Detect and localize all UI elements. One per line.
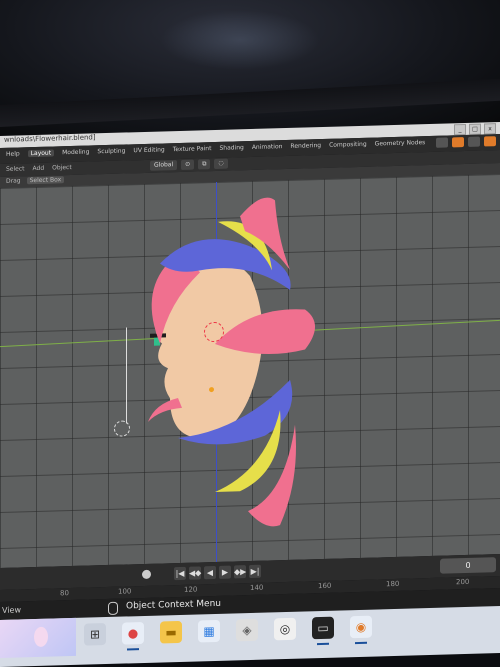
tab-geometry-nodes[interactable]: Geometry Nodes [375,139,426,147]
prev-keyframe-button[interactable]: ◀◆ [189,566,201,580]
playback-controls: |◀ ◀◆ ◀ ▶ ◆▶ ▶| [174,564,261,581]
orientation-dropdown[interactable]: Global [150,160,178,171]
auto-keying-icon[interactable] [142,569,151,580]
snap-icon[interactable]: ⧉ [198,159,211,170]
mouse-right-icon [108,601,118,615]
tool-settings: Drag Select Box [6,176,65,185]
terminal-icon[interactable]: ▭ [312,616,334,640]
menu-help[interactable]: Help [6,150,20,157]
tab-shading[interactable]: Shading [219,144,243,152]
status-view-label: View [2,605,21,615]
select-box-dropdown[interactable]: Select Box [26,176,65,185]
tab-sculpting[interactable]: Sculpting [97,147,125,155]
taskbar-apps: ⊞ ● ▬ ▦ ◈ ◎ ▭ ◉ [84,615,372,646]
tab-animation[interactable]: Animation [252,143,283,151]
wallpaper-thumbnail[interactable] [0,617,76,658]
menu-object[interactable]: Object [52,164,72,172]
view-layer-icon[interactable] [468,136,480,147]
transform-controls: Global ⊙ ⧉ ◌ [150,158,228,171]
task-view-icon[interactable]: ⊞ [84,623,106,646]
proportional-icon[interactable]: ◌ [214,158,228,170]
tab-modeling[interactable]: Modeling [62,149,89,157]
tab-uv-editing[interactable]: UV Editing [133,146,164,154]
window-title: wnloads\Flowerhair.blend] [4,133,96,144]
3d-viewport[interactable] [0,174,500,568]
ruler-tick: 120 [184,585,198,594]
file-explorer-icon[interactable]: ▬ [160,620,182,644]
pivot-icon[interactable]: ⊙ [181,159,195,170]
chrome-icon[interactable]: ● [122,621,144,645]
drag-label: Drag [6,177,21,185]
minimize-button[interactable]: _ [454,123,466,136]
menu-select[interactable]: Select [6,165,25,173]
jump-end-button[interactable]: ▶| [249,564,261,579]
jump-start-button[interactable]: |◀ [174,566,186,581]
viewport-menu: Select Add Object [6,164,72,173]
ruler-tick: 80 [60,589,69,598]
clip-studio-icon[interactable]: ◎ [274,617,296,641]
ruler-tick: 200 [456,577,470,587]
ruler-tick: 140 [250,583,264,593]
flower-hair-model[interactable] [0,174,500,568]
blender-screen: wnloads\Flowerhair.blend] _ □ x Help Lay… [0,114,500,667]
ruler-tick: 160 [318,581,332,591]
topbar-right-buttons [436,136,496,148]
ruler-tick: 100 [118,587,132,596]
tab-rendering[interactable]: Rendering [290,142,321,150]
scene-icon[interactable] [436,137,448,148]
render-icon[interactable] [452,137,464,148]
ruler-tick: 180 [386,579,400,589]
close-button[interactable]: x [484,123,496,135]
bunny-figure-icon [34,626,48,648]
affinity-icon[interactable]: ◈ [236,618,258,642]
current-frame-field[interactable]: 0 [440,557,496,574]
play-button[interactable]: ▶ [219,565,231,579]
screen-glare [160,10,320,70]
maximize-button[interactable]: □ [469,123,481,135]
tab-texture-paint[interactable]: Texture Paint [173,145,212,153]
status-context-menu-hint: Object Context Menu [126,598,222,612]
play-reverse-button[interactable]: ◀ [204,565,216,580]
store-icon[interactable]: ▦ [198,619,220,643]
tab-layout[interactable]: Layout [27,149,55,158]
blender-icon[interactable]: ◉ [350,615,372,639]
tab-compositing[interactable]: Compositing [329,141,367,149]
next-keyframe-button[interactable]: ◆▶ [234,565,246,579]
scene-selector-icon[interactable] [484,136,496,147]
menu-add[interactable]: Add [33,165,45,172]
